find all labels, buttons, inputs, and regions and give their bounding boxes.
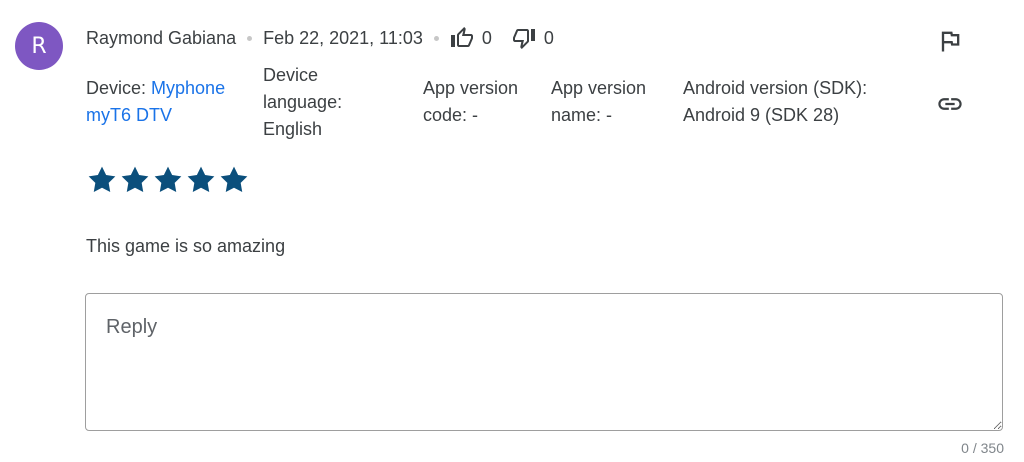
thumbs-up-button[interactable]: 0 xyxy=(450,26,492,50)
thumbs-down-count: 0 xyxy=(543,27,554,48)
device-language-value: English xyxy=(263,119,323,139)
star-rating xyxy=(86,164,251,196)
android-version-label: Android version (SDK): xyxy=(683,78,868,98)
review-header: Raymond Gabiana Feb 22, 2021, 11:03 0 0 xyxy=(86,24,554,52)
star-icon xyxy=(218,164,251,196)
thumbs-up-count: 0 xyxy=(481,27,492,48)
flag-icon xyxy=(936,31,964,59)
device-language-info: Device language: English xyxy=(263,62,342,143)
device-link[interactable]: Myphone xyxy=(151,78,225,98)
link-icon xyxy=(934,98,966,122)
avatar: R xyxy=(15,22,63,70)
reply-input[interactable] xyxy=(85,293,1003,431)
android-version-info: Android version (SDK): Android 9 (SDK 28… xyxy=(683,75,867,129)
thumbs-down-button[interactable]: 0 xyxy=(512,26,554,50)
app-version-name-info: App version name: - xyxy=(551,75,646,129)
review-date: Feb 22, 2021, 11:03 xyxy=(263,27,423,48)
android-version-value: Android 9 (SDK 28) xyxy=(683,105,840,125)
thumbs-up-icon xyxy=(450,26,474,50)
separator-dot xyxy=(247,35,253,41)
author-name: Raymond Gabiana xyxy=(86,27,237,48)
device-label: Device: xyxy=(86,78,152,98)
app-version-code-label: App version xyxy=(423,78,519,98)
separator-dot xyxy=(433,35,439,41)
app-version-code-info: App version code: - xyxy=(423,75,518,129)
review-text: This game is so amazing xyxy=(86,236,286,256)
app-version-name-value: name: - xyxy=(551,105,613,125)
device-info: Device: Myphone myT6 DTV xyxy=(86,75,225,129)
star-icon xyxy=(185,164,218,196)
star-icon xyxy=(152,164,185,196)
copy-link-button[interactable] xyxy=(934,90,966,118)
star-icon xyxy=(86,164,119,196)
flag-button[interactable] xyxy=(936,27,964,55)
thumbs-down-icon xyxy=(512,26,536,50)
device-language-label-cont: language: xyxy=(263,92,343,112)
app-version-name-label: App version xyxy=(551,78,647,98)
reply-char-counter: 0 / 350 xyxy=(961,440,1004,456)
device-link-cont[interactable]: myT6 DTV xyxy=(86,102,225,129)
star-icon xyxy=(119,164,152,196)
app-version-code-value: code: - xyxy=(423,105,479,125)
device-language-label: Device xyxy=(263,65,319,85)
